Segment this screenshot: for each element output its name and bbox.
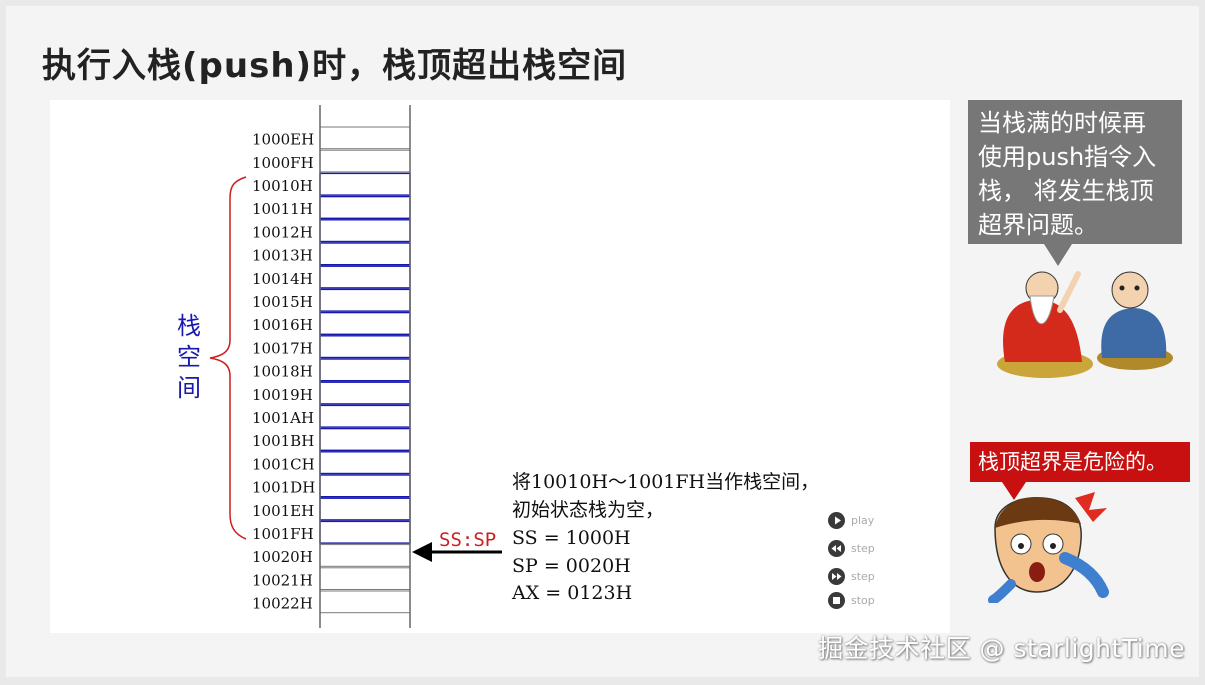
- watermark: 掘金技术社区 @ starlightTime: [818, 634, 1185, 663]
- stack-address-label: 10021H: [252, 571, 313, 589]
- play-icon: [828, 512, 845, 529]
- stack-cell: [319, 172, 411, 196]
- step-back-icon: [828, 540, 845, 557]
- stack-address-label: 1001EH: [252, 502, 314, 520]
- stack-space-label-3: 间: [177, 374, 201, 402]
- info-line-2: 初始状态栈为空，: [512, 499, 664, 521]
- diagram-panel: 1000EH 1000FH 10010H 10011H 10012H 10013H 1001…: [50, 100, 950, 633]
- step-forward-button[interactable]: step: [828, 568, 875, 585]
- play-button[interactable]: play: [828, 512, 874, 529]
- stack-address-label: 10015H: [252, 293, 313, 311]
- danger-bubble-text: 栈顶超界是危险的。: [978, 450, 1167, 474]
- step-back-button[interactable]: step: [828, 540, 875, 557]
- stack-cell: [319, 149, 411, 173]
- play-label: play: [851, 514, 875, 527]
- stack-cell: [319, 520, 411, 544]
- stack-address-label: 10016H: [252, 316, 313, 334]
- bubble-line-3: 栈， 将发生栈顶: [978, 177, 1154, 205]
- bubble-line-2: 使用push指令入: [978, 143, 1157, 171]
- stack-cell: [319, 195, 411, 219]
- stack-space-label-2: 空: [177, 343, 201, 371]
- stack-cell: [319, 567, 411, 590]
- monks-illustration: [997, 271, 1173, 378]
- stack-cell: [319, 544, 411, 567]
- stack-address-label: 10020H: [252, 548, 313, 566]
- step-forward-label: step: [851, 570, 875, 583]
- pointer-arrow-head: [412, 542, 432, 562]
- stack-cell: [319, 358, 411, 382]
- stack-space-label-1: 栈: [177, 312, 201, 340]
- stack-address-label: 10014H: [252, 270, 313, 288]
- stack-diagram: 1000EH 1000FH 10010H 10011H 10012H 10013H 1001…: [177, 105, 819, 628]
- stack-cell: [319, 126, 411, 150]
- page-title: 执行入栈(push)时，栈顶超出栈空间: [42, 46, 628, 86]
- explanation-bubble: 当栈满的时候再 使用push指令入 栈， 将发生栈顶 超界问题。: [968, 100, 1182, 266]
- stack-address-label: 1001CH: [252, 455, 315, 473]
- info-line-ss: SS = 1000H: [512, 527, 631, 549]
- ss-sp-pointer-label: SS:SP: [439, 529, 496, 551]
- stack-space-brace: [209, 176, 247, 540]
- info-line-1: 将10010H～1001FH当作栈空间，: [512, 471, 819, 493]
- stack-cell: [319, 404, 411, 428]
- stack-address-label: 10017H: [252, 339, 313, 357]
- info-line-sp: SP = 0020H: [512, 555, 631, 577]
- bubble-line-4: 超界问题。: [978, 211, 1098, 239]
- step-forward-icon: [828, 568, 845, 585]
- step-back-label: step: [851, 542, 875, 555]
- stack-address-label: 10010H: [252, 177, 313, 195]
- stack-cell: [319, 242, 411, 266]
- stack-cell: [319, 288, 411, 312]
- stack-cell: [319, 311, 411, 336]
- stack-cell: [319, 474, 411, 498]
- stack-address-label: 10013H: [252, 247, 313, 265]
- stack-address-label: 10018H: [252, 363, 313, 381]
- stack-address-label: 1001AH: [252, 409, 314, 427]
- stack-cell: [319, 427, 411, 452]
- scared-face-illustration: [988, 492, 1109, 603]
- danger-bubble: 栈顶超界是危险的。: [970, 442, 1190, 500]
- stop-icon: [828, 592, 845, 609]
- stack-address-label: 1001FH: [252, 525, 314, 543]
- stack-cell: [319, 497, 411, 521]
- stack-cell: [319, 590, 411, 614]
- stop-label: stop: [851, 594, 875, 607]
- stack-address-label: 10012H: [252, 223, 313, 241]
- stack-cell: [319, 265, 411, 289]
- stack-address-label: 10011H: [252, 200, 313, 218]
- info-line-ax: AX = 0123H: [511, 582, 632, 604]
- bubble-line-1: 当栈满的时候再: [978, 109, 1146, 137]
- stop-button[interactable]: stop: [828, 592, 875, 609]
- stack-cell: [319, 381, 411, 405]
- stack-cell: [319, 335, 411, 359]
- stack-address-label: 1000EH: [252, 131, 314, 149]
- stack-cell: [319, 219, 411, 243]
- stack-cell: [319, 451, 411, 475]
- stack-address-label: 1001DH: [252, 479, 315, 497]
- stack-address-label: 1001BH: [252, 432, 314, 450]
- stack-address-label: 10019H: [252, 386, 313, 404]
- stack-address-label: 1000FH: [252, 154, 314, 172]
- stack-address-label: 10022H: [252, 595, 313, 613]
